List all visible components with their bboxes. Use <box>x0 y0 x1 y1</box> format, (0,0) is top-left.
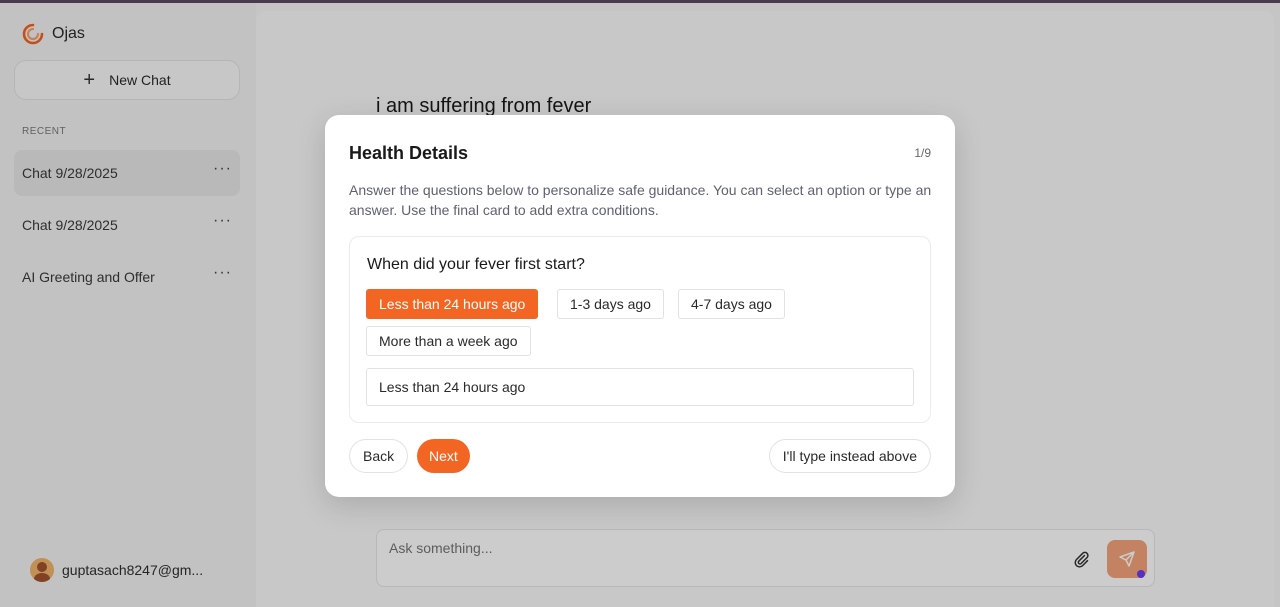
option-chip[interactable]: 4-7 days ago <box>678 289 785 319</box>
question-card: When did your fever first start? Less th… <box>349 236 931 423</box>
answer-input[interactable] <box>366 368 914 406</box>
modal-description: Answer the questions below to personaliz… <box>349 182 932 218</box>
modal-title: Health Details <box>349 143 469 163</box>
option-chip[interactable]: More than a week ago <box>366 326 531 356</box>
next-button[interactable]: Next <box>417 439 470 473</box>
option-chip[interactable]: 1-3 days ago <box>557 289 664 319</box>
back-button[interactable]: Back <box>349 439 409 473</box>
health-details-modal: Health Details 1/9 Answer the questions … <box>325 115 955 497</box>
step-indicator: 1/9 <box>914 146 931 160</box>
question-text: When did your fever first start? <box>367 256 585 273</box>
type-instead-button[interactable]: I'll type instead above <box>768 439 931 473</box>
option-chip-selected[interactable]: Less than 24 hours ago <box>366 289 539 319</box>
